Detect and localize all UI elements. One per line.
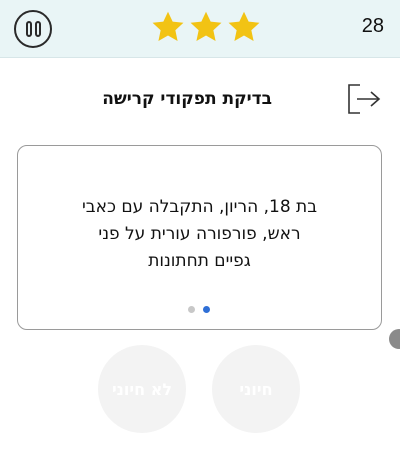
question-title: בדיקת תפקודי קרישה [102, 89, 272, 109]
game-screen: 28 בדיקת תפקודי קרישה בת 18, הריון, התקב… [0, 0, 400, 450]
pause-icon [26, 21, 32, 37]
case-line: ראש, פורפורה עורית על פני [98, 224, 301, 244]
top-bar: 28 [0, 0, 400, 58]
scroll-handle[interactable] [389, 329, 400, 349]
not-essential-button[interactable]: לא חיוני [98, 345, 186, 433]
star-icon [228, 11, 260, 41]
case-line: בת 18, הריון, התקבלה עם כאבי [81, 197, 318, 217]
case-card[interactable]: בת 18, הריון, התקבלה עם כאבי ראש, פורפור… [17, 145, 382, 330]
star-rating [150, 9, 262, 47]
pagination-dot-active[interactable] [203, 306, 210, 313]
essential-button[interactable]: חיוני [212, 345, 300, 433]
pause-icon [35, 21, 41, 37]
case-description: בת 18, הריון, התקבלה עם כאבי ראש, פורפור… [32, 194, 367, 275]
pagination-dots [188, 306, 212, 316]
star-icon [190, 11, 222, 41]
case-line: גפיים תחתונות [148, 251, 251, 271]
pause-button[interactable] [14, 10, 52, 48]
pagination-dot[interactable] [188, 306, 195, 313]
score-counter: 28 [361, 15, 384, 37]
star-icon [152, 11, 184, 41]
exit-icon[interactable] [346, 83, 382, 115]
